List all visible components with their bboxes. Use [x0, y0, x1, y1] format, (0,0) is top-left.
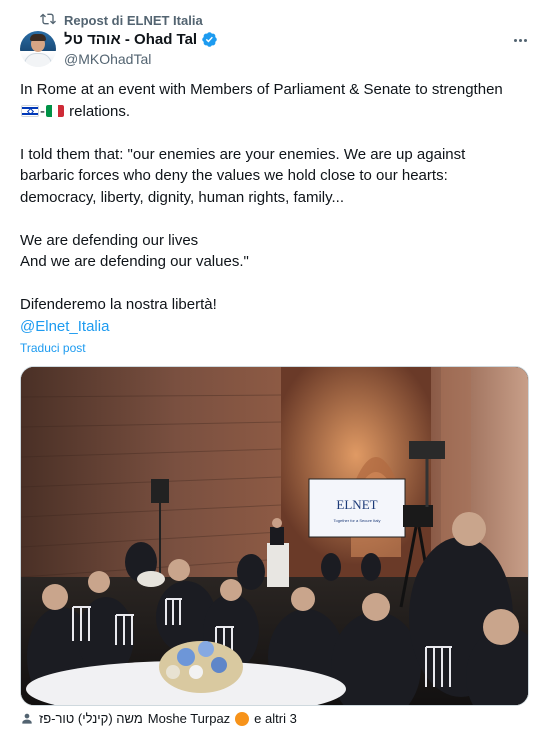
tagged-people[interactable]: משה (קינלי) טור-פז Moshe Turpaz e altri … [20, 711, 297, 726]
tweet-line: I told them that: "our enemies are your … [20, 145, 466, 163]
repost-indicator[interactable]: Repost di ELNET Italia [40, 11, 203, 30]
repost-icon [40, 11, 56, 30]
verified-badge-icon [201, 31, 218, 48]
screen-logo-text: ELNET [336, 497, 377, 512]
tweet-line: And we are defending our values." [20, 253, 249, 270]
tagged-name: Moshe Turpaz [147, 711, 231, 726]
tagged-hebrew-name: משה (קינלי) טור-פז [39, 711, 143, 726]
tweet-line: We are defending our lives [20, 231, 199, 249]
translate-post-link[interactable]: Traduci post [20, 341, 86, 355]
author-display-name[interactable]: אוהד טל - Ohad Tal [64, 31, 197, 48]
flag-separator: - [40, 102, 45, 120]
tweet-line: Difenderemo la nostra libertà! [20, 296, 217, 313]
tweet-line: barbaric forces who deny the values we h… [20, 167, 448, 184]
event-photo-image: ELNET Together for a Secure Italy [21, 367, 528, 705]
person-icon [20, 712, 34, 726]
repost-label: Repost di ELNET Italia [64, 13, 203, 28]
author-name-row[interactable]: אוהד טל - Ohad Tal [64, 31, 218, 48]
tweet-line: In Rome at an event with Members of Parl… [20, 81, 503, 98]
mention-link[interactable]: @Elnet_Italia [20, 318, 109, 335]
author-handle[interactable]: @MKOhadTal [64, 51, 151, 67]
more-options-icon[interactable] [510, 33, 530, 47]
orange-circle-icon [235, 711, 250, 726]
israel-flag-icon [21, 104, 39, 117]
tweet-line: @Elnet_Italia [20, 316, 530, 338]
tweet-card[interactable]: Repost di ELNET Italia אוהד טל - Ohad Ta… [0, 0, 547, 741]
tweet-line: - relations. [20, 101, 530, 123]
tagged-others: e altri 3 [254, 711, 297, 726]
tweet-line: democracy, liberty, dignity, human right… [20, 188, 345, 206]
tweet-line-suffix: relations. [69, 102, 131, 120]
tweet-photo[interactable]: ELNET Together for a Secure Italy [20, 366, 529, 706]
tweet-text: In Rome at an event with Members of Parl… [20, 79, 530, 337]
italy-flag-icon [46, 104, 64, 117]
screen-subtitle-text: Together for a Secure Italy [334, 518, 381, 523]
avatar[interactable] [20, 31, 56, 67]
